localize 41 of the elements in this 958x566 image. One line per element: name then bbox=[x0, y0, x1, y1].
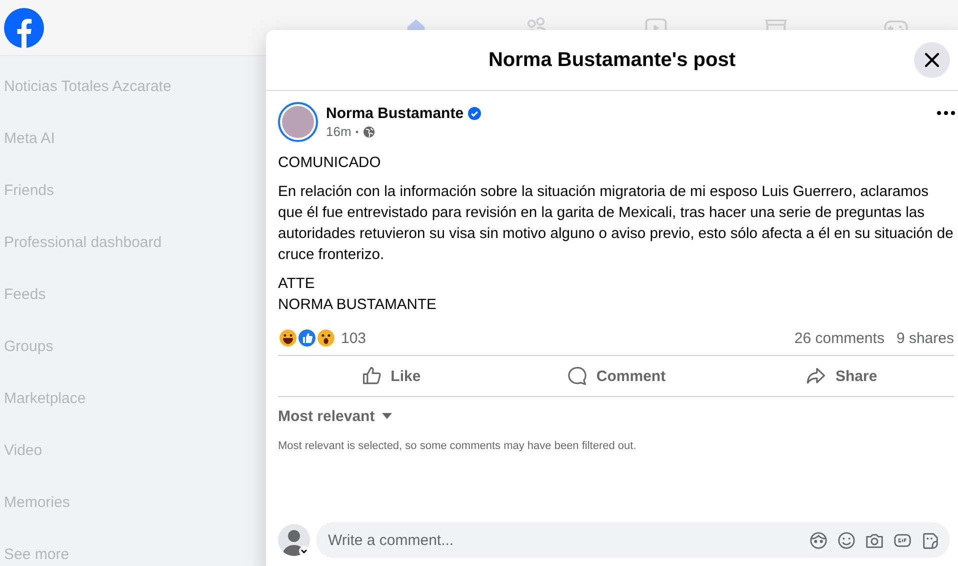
comment-field[interactable]: Write a comment... bbox=[316, 522, 950, 558]
close-icon bbox=[922, 50, 942, 70]
smiley-icon[interactable] bbox=[836, 530, 856, 550]
post-text: ATTE NORMA BUSTAMANTE bbox=[278, 275, 438, 315]
comment-count[interactable]: 26 comments bbox=[794, 330, 884, 346]
logo-icon[interactable] bbox=[4, 8, 44, 48]
sidebar-item[interactable]: Noticias Totales Azcarate bbox=[4, 78, 172, 96]
sidebar-item[interactable]: Professional dashboard bbox=[4, 234, 162, 252]
caret-icon bbox=[380, 412, 393, 420]
speech-bubble-icon bbox=[566, 365, 588, 387]
sidebar-item[interactable]: Groups bbox=[4, 338, 54, 356]
like-button[interactable]: Like bbox=[278, 356, 504, 396]
share-button[interactable]: Share bbox=[728, 356, 954, 396]
avatar-face-icon[interactable] bbox=[808, 530, 828, 550]
laughing-face-icon[interactable] bbox=[278, 328, 298, 348]
thumbs-up-icon bbox=[360, 365, 383, 387]
reaction-count[interactable]: 103 bbox=[341, 330, 366, 346]
post-time[interactable]: 16m bbox=[326, 124, 352, 139]
sidebar-item[interactable]: Feeds bbox=[4, 286, 46, 304]
avatar[interactable] bbox=[278, 102, 318, 142]
user-silhouette-icon[interactable] bbox=[278, 524, 310, 556]
dialog-title: Norma Bustamante's post bbox=[488, 48, 736, 72]
thumbs-up-icon[interactable] bbox=[297, 328, 317, 348]
sidebar-item[interactable]: Memories bbox=[4, 494, 70, 512]
comment-button[interactable]: Comment bbox=[503, 356, 729, 396]
separator-dot-icon bbox=[354, 128, 360, 134]
globe-icon bbox=[363, 126, 376, 138]
author-name[interactable]: Norma Bustamante bbox=[326, 105, 464, 122]
filter-note: Most relevant is selected, so some comments may have been filtered out. bbox=[278, 440, 638, 452]
surprised-face-icon[interactable] bbox=[316, 328, 336, 348]
sidebar-item[interactable]: See more bbox=[4, 546, 70, 564]
close-button[interactable] bbox=[914, 42, 950, 78]
post-text: En relación con la información sobre la situación migratoria de mi esposo Luis Guerrero, aclaramos que él fue entrevistado para revisión en la garita de Mexicali, tras hacer una serie de preguntas las autoridades retuvieron su visa sin motivo alguno o aviso previo, esto sólo afecta a él en su situación de cruce fronterizo. bbox=[278, 183, 954, 265]
sidebar-item[interactable]: Video bbox=[4, 442, 42, 460]
sort-dropdown[interactable]: Most relevant bbox=[278, 403, 393, 429]
share-count[interactable]: 9 shares bbox=[896, 330, 954, 346]
sticker-icon[interactable] bbox=[920, 530, 940, 550]
sidebar-item[interactable]: Friends bbox=[4, 182, 54, 200]
post-text: COMUNICADO bbox=[278, 154, 382, 173]
sidebar-item[interactable]: Meta AI bbox=[4, 130, 55, 148]
sidebar-item[interactable]: Marketplace bbox=[4, 390, 86, 408]
